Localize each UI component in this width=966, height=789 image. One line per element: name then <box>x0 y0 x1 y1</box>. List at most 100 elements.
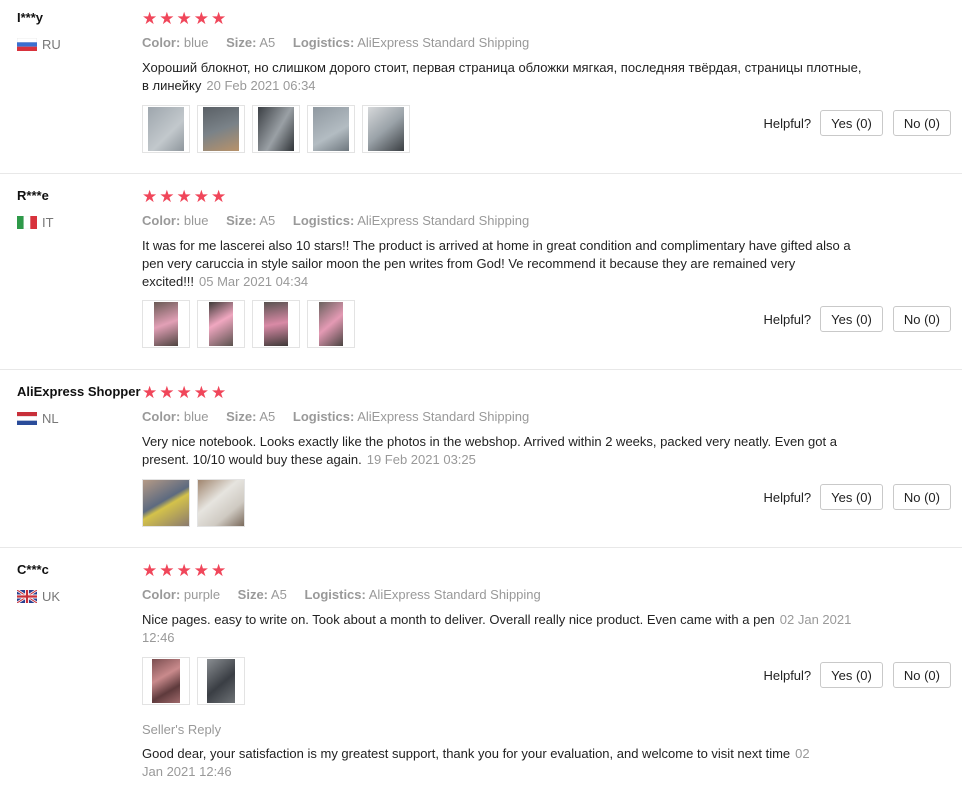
star-icon: ★ <box>211 561 227 580</box>
star-icon: ★ <box>176 187 192 206</box>
review-photo-thumbnail[interactable] <box>307 300 355 348</box>
reviewer-country: NL <box>17 411 59 426</box>
review-photo-thumbnail[interactable] <box>197 657 245 705</box>
helpful-yes-button[interactable]: Yes (0) <box>820 306 883 332</box>
review-photo-thumbnail[interactable] <box>252 300 300 348</box>
review-photo-thumbnail[interactable] <box>142 657 190 705</box>
country-code: IT <box>42 215 54 230</box>
helpful-label: Helpful? <box>763 311 812 327</box>
review-photo-thumbnail[interactable] <box>197 300 245 348</box>
star-icon: ★ <box>193 187 209 206</box>
reviewer-country: RU <box>17 37 61 52</box>
review-photo-thumbnail[interactable] <box>197 479 245 527</box>
review-photo-thumbnail[interactable] <box>142 300 190 348</box>
star-icon: ★ <box>142 9 158 28</box>
review-body: Nice pages. easy to write on. Took about… <box>142 612 775 627</box>
review-attributes: Color: blue Size: A5 Logistics: AliExpre… <box>142 409 543 424</box>
star-icon: ★ <box>142 187 158 206</box>
reviewer-name: R***e <box>17 188 49 203</box>
color-value: blue <box>183 213 209 228</box>
color-label: Color: <box>142 213 181 228</box>
review-photo-thumbnail[interactable] <box>362 105 410 153</box>
helpful-yes-button[interactable]: Yes (0) <box>820 110 883 136</box>
review-date: 05 Mar 2021 04:34 <box>199 274 309 289</box>
star-icon: ★ <box>193 561 209 580</box>
helpful-no-button[interactable]: No (0) <box>892 110 951 136</box>
star-icon: ★ <box>142 561 158 580</box>
review-text: Nice pages. easy to write on. Took about… <box>142 611 854 647</box>
review-text: Very nice notebook. Looks exactly like t… <box>142 433 862 469</box>
star-icon: ★ <box>211 187 227 206</box>
review-body: Very nice notebook. Looks exactly like t… <box>142 434 837 467</box>
size-value: A5 <box>259 409 276 424</box>
star-icon: ★ <box>176 9 192 28</box>
review-photo-thumbnail[interactable] <box>197 105 245 153</box>
star-rating: ★ ★ ★ ★ ★ <box>142 10 226 27</box>
seller-reply-body: Good dear, your satisfaction is my great… <box>142 746 791 761</box>
star-icon: ★ <box>211 9 227 28</box>
review-divider <box>0 173 962 174</box>
color-label: Color: <box>142 587 181 602</box>
country-code: NL <box>42 411 59 426</box>
review-photos <box>142 300 355 348</box>
helpful-no-button[interactable]: No (0) <box>892 662 951 688</box>
color-value: blue <box>183 409 209 424</box>
star-rating: ★ ★ ★ ★ ★ <box>142 188 226 205</box>
helpful-yes-button[interactable]: Yes (0) <box>820 484 883 510</box>
star-icon: ★ <box>159 9 175 28</box>
helpful-vote: Helpful? Yes (0) No (0) <box>763 662 951 688</box>
size-label: Size: <box>237 587 269 602</box>
color-label: Color: <box>142 409 181 424</box>
seller-reply-text: Good dear, your satisfaction is my great… <box>142 745 812 781</box>
review-photo-thumbnail[interactable] <box>252 105 300 153</box>
review-photo-thumbnail[interactable] <box>307 105 355 153</box>
country-code: RU <box>42 37 61 52</box>
review-photo-thumbnail[interactable] <box>142 479 190 527</box>
size-label: Size: <box>226 409 257 424</box>
helpful-label: Helpful? <box>763 667 812 683</box>
size-label: Size: <box>226 213 257 228</box>
star-icon: ★ <box>159 383 175 402</box>
review-divider <box>0 369 962 370</box>
italy-flag-icon <box>17 216 37 229</box>
review-attributes: Color: purple Size: A5 Logistics: AliExp… <box>142 587 555 602</box>
review-photos <box>142 479 245 527</box>
reviewer-name: C***c <box>17 562 49 577</box>
country-code: UK <box>42 589 61 604</box>
star-icon: ★ <box>211 383 227 402</box>
review-item: C***c UK ★ ★ ★ ★ ★ Color: purple Size: A… <box>0 552 962 789</box>
logistics-value: AliExpress Standard Shipping <box>357 409 530 424</box>
star-icon: ★ <box>193 383 209 402</box>
star-icon: ★ <box>159 187 175 206</box>
helpful-no-button[interactable]: No (0) <box>892 484 951 510</box>
helpful-yes-button[interactable]: Yes (0) <box>820 662 883 688</box>
star-icon: ★ <box>176 383 192 402</box>
reviewer-country: IT <box>17 215 54 230</box>
review-item: R***e IT ★ ★ ★ ★ ★ Color: blue Size: A5 … <box>0 178 962 369</box>
review-date: 19 Feb 2021 03:25 <box>366 452 476 467</box>
size-value: A5 <box>259 213 276 228</box>
helpful-vote: Helpful? Yes (0) No (0) <box>763 484 951 510</box>
color-value: purple <box>183 587 221 602</box>
star-rating: ★ ★ ★ ★ ★ <box>142 384 226 401</box>
star-rating: ★ ★ ★ ★ ★ <box>142 562 226 579</box>
review-date: 20 Feb 2021 06:34 <box>206 78 316 93</box>
review-divider <box>0 547 962 548</box>
review-photo-thumbnail[interactable] <box>142 105 190 153</box>
logistics-label: Logistics: <box>292 213 355 228</box>
review-attributes: Color: blue Size: A5 Logistics: AliExpre… <box>142 213 543 228</box>
logistics-value: AliExpress Standard Shipping <box>357 213 530 228</box>
logistics-label: Logistics: <box>292 409 355 424</box>
review-item: I***y RU ★ ★ ★ ★ ★ Color: blue Size: A5 … <box>0 0 962 173</box>
color-label: Color: <box>142 35 181 50</box>
review-text: It was for me lascerei also 10 stars!! T… <box>142 237 862 291</box>
star-icon: ★ <box>176 561 192 580</box>
star-icon: ★ <box>193 9 209 28</box>
seller-reply-title: Seller's Reply <box>142 722 222 737</box>
reviewer-country: UK <box>17 589 60 604</box>
size-value: A5 <box>270 587 287 602</box>
review-item: AliExpress Shopper NL ★ ★ ★ ★ ★ Color: b… <box>0 374 962 547</box>
logistics-label: Logistics: <box>304 587 366 602</box>
helpful-no-button[interactable]: No (0) <box>892 306 951 332</box>
helpful-label: Helpful? <box>763 115 812 131</box>
